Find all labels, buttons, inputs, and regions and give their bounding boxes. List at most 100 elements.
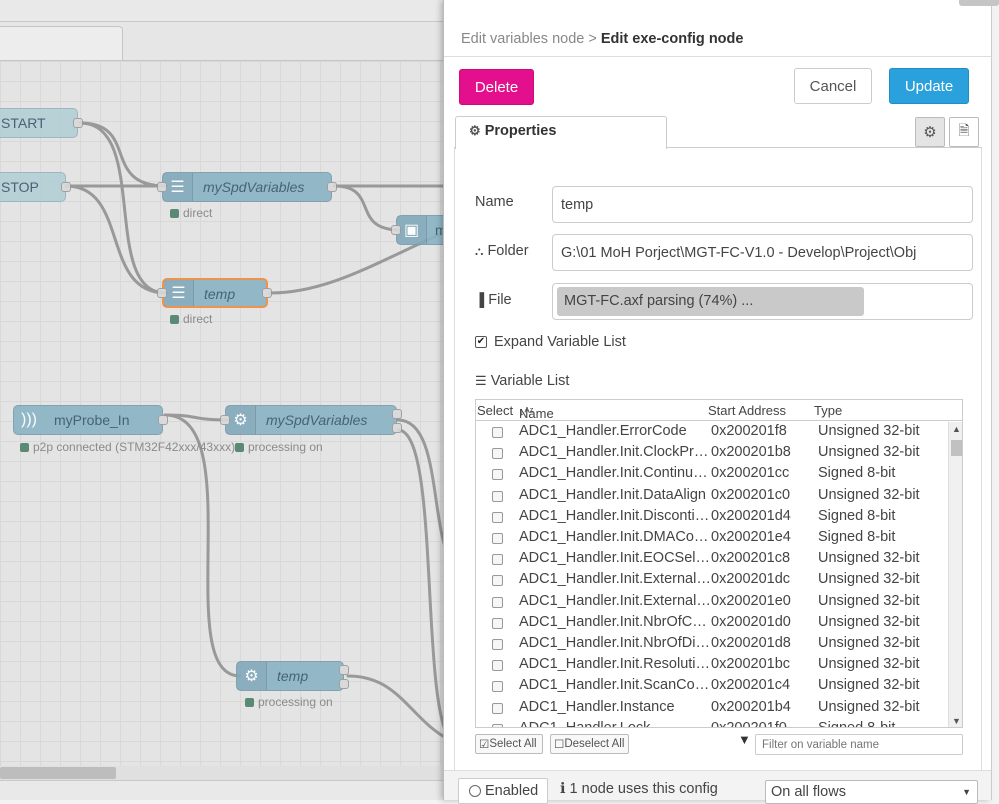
filter-icon: ▼ bbox=[738, 732, 751, 747]
row-select-checkbox[interactable] bbox=[492, 723, 503, 727]
expand-variable-list-checkbox[interactable]: ✔ bbox=[475, 336, 487, 348]
input-port[interactable] bbox=[157, 288, 167, 298]
table-row[interactable]: ADC1_Handler.Init.ClockPrescaler0x200201… bbox=[476, 443, 948, 464]
output-port[interactable] bbox=[327, 182, 337, 192]
table-row[interactable]: ADC1_Handler.Init.ExternalTrigConv0x2002… bbox=[476, 570, 948, 591]
row-select-checkbox[interactable] bbox=[492, 660, 503, 672]
sidebar-top-tab[interactable] bbox=[959, 0, 999, 6]
node-label: START bbox=[1, 115, 46, 131]
vertical-scrollbar[interactable]: ▲ ▼ bbox=[948, 422, 962, 727]
deselect-all-button[interactable]: ☐ Deselect All bbox=[550, 734, 629, 754]
list-icon: ☰ bbox=[163, 173, 193, 201]
output-port[interactable] bbox=[158, 415, 168, 425]
table-row[interactable]: ADC1_Handler.Init.EOCSelection0x200201c8… bbox=[476, 549, 948, 570]
table-row[interactable]: ADC1_Handler.Init.DMAContinuousRequests0… bbox=[476, 528, 948, 549]
status-dot-icon bbox=[170, 208, 179, 218]
row-select-checkbox[interactable] bbox=[492, 469, 503, 481]
folder-input[interactable] bbox=[552, 234, 973, 271]
table-row[interactable]: ADC1_Handler.Init.ContinuousConvMode0x20… bbox=[476, 464, 948, 485]
partial-node[interactable]: ▣ m bbox=[391, 215, 450, 245]
scroll-up-arrow-icon[interactable]: ▲ bbox=[952, 424, 961, 434]
cancel-button[interactable]: Cancel bbox=[794, 68, 872, 104]
variable-address: 0x200201b8 bbox=[711, 444, 791, 461]
sort-alpha-icon: ↓ᴬᶻ bbox=[519, 406, 534, 418]
variable-type: Unsigned 32-bit bbox=[818, 613, 920, 630]
variables-node-temp-processor[interactable]: ⚙ temp bbox=[236, 661, 349, 691]
row-select-checkbox[interactable] bbox=[492, 702, 503, 714]
variable-address: 0x200201b4 bbox=[711, 698, 791, 715]
inject-node-start[interactable]: START bbox=[0, 108, 83, 138]
output-port[interactable] bbox=[392, 423, 402, 433]
input-port[interactable] bbox=[220, 415, 230, 425]
table-row[interactable]: ADC1_Handler.Instance 0x200201b4 Unsigned … bbox=[476, 698, 948, 719]
file-input[interactable]: MGT-FC.axf parsing (74%) ... bbox=[552, 283, 973, 320]
table-row[interactable]: ADC1_Handler.Init.ExternalTrigConvEdge0x… bbox=[476, 592, 948, 613]
table-row[interactable]: ADC1_Handler.Init.Resolution 0x200201bc Un… bbox=[476, 655, 948, 676]
scope-select[interactable]: On all flows ▼ bbox=[765, 780, 978, 804]
delete-button[interactable]: Delete bbox=[459, 69, 534, 105]
select-all-button[interactable]: ☑ Select All bbox=[475, 734, 543, 754]
info-icon: ℹ bbox=[560, 781, 566, 797]
output-port[interactable] bbox=[339, 679, 349, 689]
breadcrumb-parent[interactable]: Edit variables node bbox=[461, 31, 584, 47]
list-icon: ☰ bbox=[475, 373, 487, 388]
row-select-checkbox[interactable] bbox=[492, 490, 503, 502]
workspace-footer bbox=[0, 780, 450, 800]
variable-address: 0x200201f8 bbox=[711, 423, 787, 439]
row-select-checkbox[interactable] bbox=[492, 511, 503, 523]
row-select-checkbox[interactable] bbox=[492, 617, 503, 629]
list-icon: ☰ bbox=[164, 280, 194, 306]
variable-type: Signed 8-bit bbox=[818, 719, 896, 728]
row-select-checkbox[interactable] bbox=[492, 448, 503, 460]
horizontal-scrollbar-thumb[interactable] bbox=[0, 767, 116, 779]
table-row[interactable]: ADC1_Handler.ErrorCode 0x200201f8 Unsigned… bbox=[476, 422, 948, 443]
table-row[interactable]: ADC1_Handler.Init.ScanConvMode0x200201c4… bbox=[476, 676, 948, 697]
row-select-checkbox[interactable] bbox=[492, 427, 503, 438]
table-body: ADC1_Handler.ErrorCode 0x200201f8 Unsigned… bbox=[476, 422, 948, 728]
row-select-checkbox[interactable] bbox=[492, 639, 503, 650]
file-parse-progress-bar: MGT-FC.axf parsing (74%) ... bbox=[557, 287, 864, 316]
row-select-checkbox[interactable] bbox=[492, 681, 503, 693]
variable-type: Unsigned 32-bit bbox=[818, 656, 920, 673]
output-port[interactable] bbox=[73, 118, 83, 128]
table-row[interactable]: ADC1_Handler.Lock 0x200201f0 Signed 8-bit bbox=[476, 719, 948, 728]
table-row[interactable]: ADC1_Handler.Init.NbrOfConversion0x20020… bbox=[476, 613, 948, 634]
variable-type: Signed 8-bit bbox=[818, 465, 896, 482]
input-port[interactable] bbox=[157, 182, 167, 192]
node-status: processing on bbox=[235, 440, 323, 454]
variables-node-myspdvariables-processor[interactable]: ⚙ mySpdVariables bbox=[220, 405, 402, 435]
vertical-scrollbar-thumb[interactable] bbox=[951, 440, 962, 456]
row-select-checkbox[interactable] bbox=[492, 554, 503, 566]
breadcrumb: Edit variables node > Edit exe-config no… bbox=[461, 31, 743, 47]
node-settings-tab-button[interactable]: ⚙ bbox=[915, 117, 945, 147]
node-status: p2p connected (STM32F42xxx/43xxx) bbox=[20, 440, 235, 454]
expand-variable-list-label: Expand Variable List bbox=[494, 334, 626, 350]
output-port[interactable] bbox=[392, 409, 402, 419]
row-select-checkbox[interactable] bbox=[492, 533, 503, 544]
name-input[interactable] bbox=[552, 186, 973, 223]
scroll-down-arrow-icon[interactable]: ▼ bbox=[952, 716, 961, 726]
input-port[interactable] bbox=[391, 225, 401, 235]
variables-node-myspdvariables[interactable]: ☰ mySpdVariables bbox=[157, 172, 337, 202]
column-header-select: Select bbox=[477, 403, 514, 418]
update-button[interactable]: Update bbox=[889, 68, 969, 104]
enabled-toggle[interactable]: Enabled bbox=[458, 778, 548, 804]
variable-type: Unsigned 32-bit bbox=[818, 571, 920, 588]
table-row[interactable]: ADC1_Handler.Init.DiscontinuousConvMode0… bbox=[476, 507, 948, 528]
row-select-checkbox[interactable] bbox=[492, 596, 503, 608]
probe-node-myprobe-in[interactable]: ))) myProbe_In bbox=[13, 405, 168, 435]
table-row[interactable]: ADC1_Handler.Init.DataAlign 0x200201c0 Uns… bbox=[476, 486, 948, 507]
variable-name: ADC1_Handler.Init.ClockPrescaler bbox=[519, 444, 711, 461]
table-row[interactable]: ADC1_Handler.Init.NbrOfDiscConversion0x2… bbox=[476, 634, 948, 655]
node-description-tab-button[interactable]: 🗎 bbox=[949, 117, 979, 147]
output-port[interactable] bbox=[61, 182, 71, 192]
tab-properties[interactable]: ⚙ Properties bbox=[455, 116, 667, 149]
row-select-checkbox[interactable] bbox=[492, 575, 503, 587]
filter-input[interactable] bbox=[755, 734, 963, 755]
output-port[interactable] bbox=[339, 665, 349, 675]
node-label: STOP bbox=[1, 179, 39, 195]
status-dot-icon bbox=[20, 442, 29, 452]
variables-node-temp[interactable]: ☰ temp bbox=[157, 278, 272, 308]
inject-node-stop[interactable]: STOP bbox=[0, 172, 71, 202]
output-port[interactable] bbox=[262, 288, 272, 298]
